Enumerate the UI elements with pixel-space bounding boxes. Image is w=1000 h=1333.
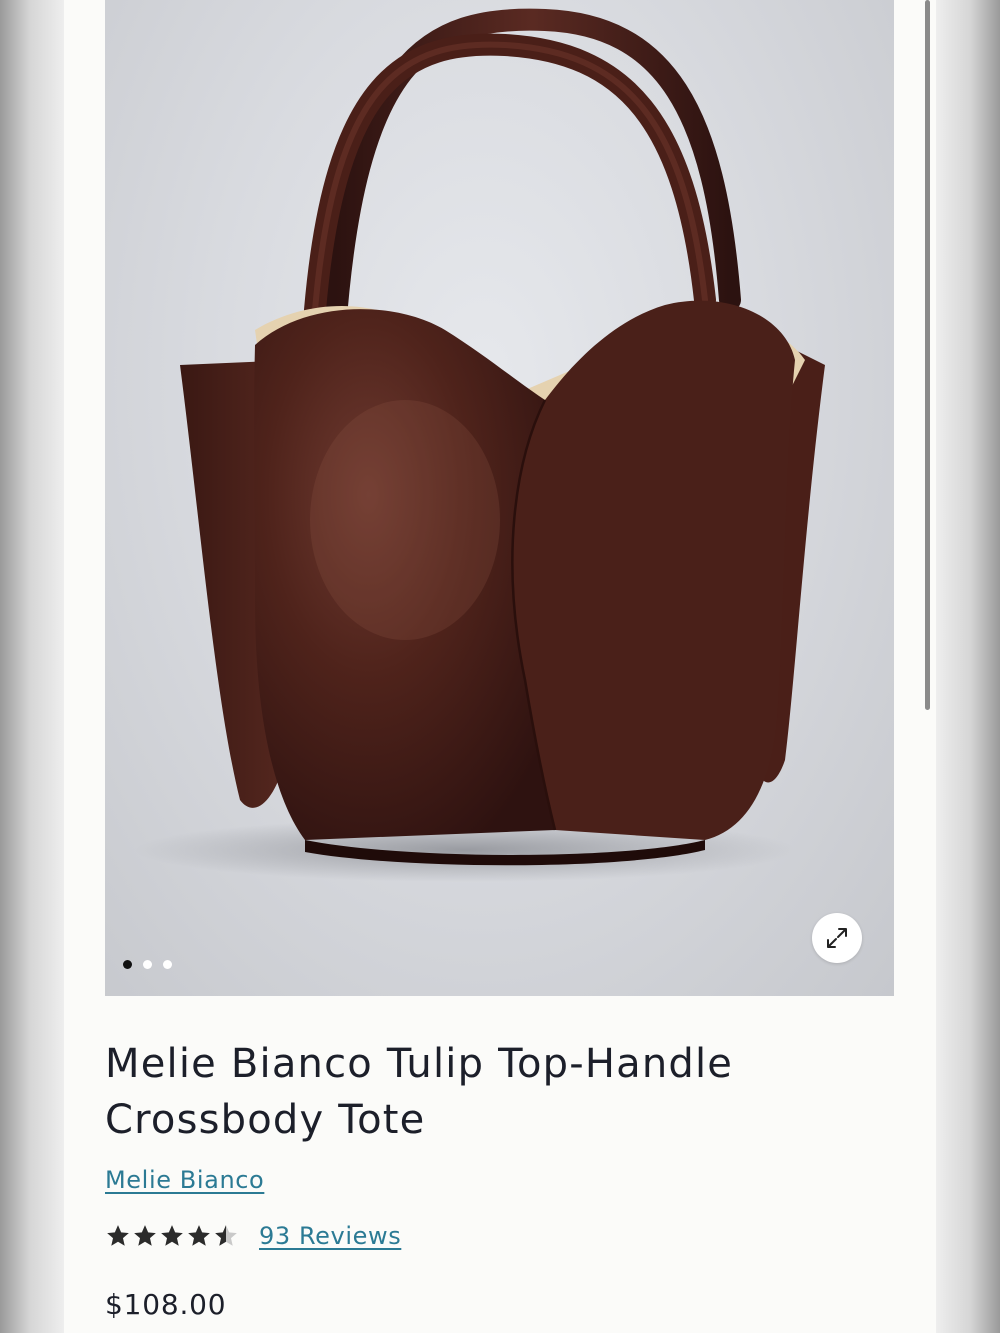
star-half-icon [215,1225,237,1246]
scrollbar[interactable] [925,0,930,710]
reviews-link[interactable]: 93 Reviews [259,1222,401,1250]
rating-row: 93 Reviews [105,1222,401,1250]
product-price: $108.00 [105,1288,227,1321]
star-full-icon [161,1225,183,1246]
gallery-dot-2[interactable] [143,960,152,969]
product-photo-tulip-bag [135,8,825,882]
product-title: Melie Bianco Tulip Top-Handle Crossbody … [105,1041,734,1143]
expand-image-button[interactable] [812,913,862,963]
star-rating [105,1223,239,1249]
gallery-pagination-dots [123,960,172,969]
brand-link[interactable]: Melie Bianco [105,1166,264,1194]
star-full-icon [188,1225,210,1246]
star-full-icon [107,1225,129,1246]
gallery-dot-3[interactable] [163,960,172,969]
product-image-gallery[interactable] [105,0,894,996]
gallery-dot-1[interactable] [123,960,132,969]
star-full-icon [134,1225,156,1246]
expand-arrows-icon [827,928,847,948]
